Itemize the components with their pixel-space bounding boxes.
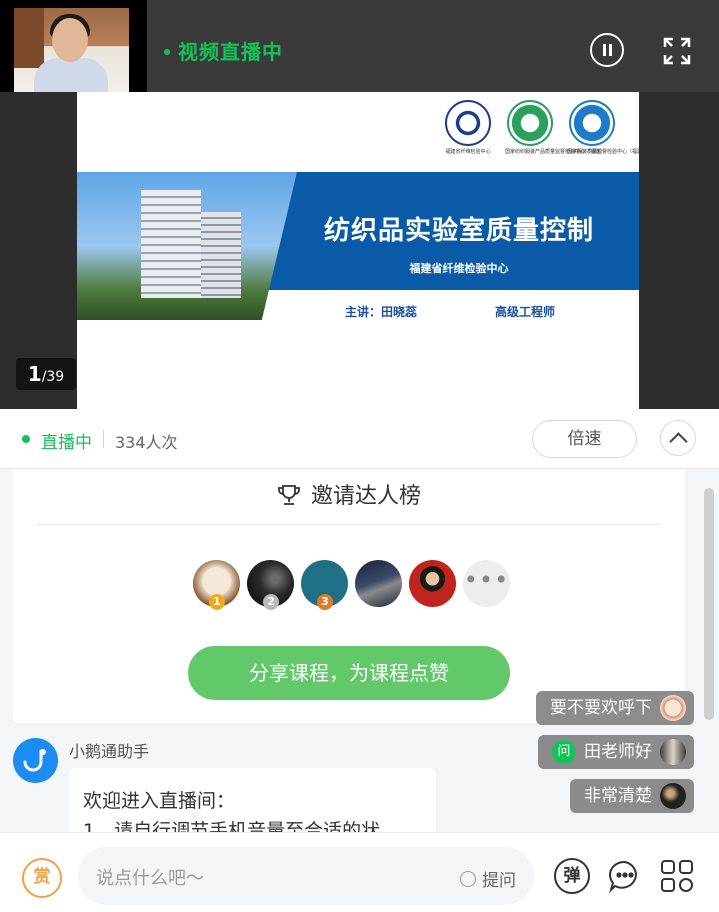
viewer-count: 334人次 (115, 433, 178, 452)
more-avatars-button[interactable]: ••• (463, 560, 510, 607)
avatar (660, 695, 686, 721)
chat-input-placeholder: 说点什么吧～ (96, 868, 204, 889)
rank-medal: 3 (317, 594, 333, 610)
composer-bar: 赏 说点什么吧～ 提问 弹 (0, 832, 719, 912)
video-live-status: 视频直播中 (164, 36, 283, 65)
live-info-bar: 直播中 334人次 倍速 (0, 409, 719, 469)
danmaku-message: 问 田老师好 (538, 735, 694, 769)
danmaku-message: 非常清楚 (570, 779, 694, 813)
avatar[interactable]: 3 (301, 560, 348, 610)
video-bar: 视频直播中 (0, 0, 719, 92)
page-counter: 1/39 (16, 358, 76, 390)
chat-area[interactable]: 邀请达人榜 1 2 3 ••• 分享课程，为课程点赞 小鹅通助手 欢迎进入直播间… (0, 470, 719, 832)
logo-textile-center: 国家纺织服装产品质量监督检验中心（福建） (505, 100, 605, 164)
trophy-icon (278, 485, 300, 505)
chat-input[interactable]: 说点什么吧～ 提问 (78, 847, 534, 905)
rank-medal: 2 (263, 594, 279, 610)
danmaku-toggle-button[interactable]: 弹 (554, 858, 590, 894)
more-grid-icon[interactable] (659, 858, 695, 894)
avatar[interactable] (355, 560, 402, 607)
ask-label: 提问 (482, 871, 516, 891)
avatar[interactable]: 1 (193, 560, 240, 610)
collapse-chevron-up-icon[interactable] (660, 420, 696, 456)
share-course-button[interactable]: 分享课程，为课程点赞 (188, 646, 510, 700)
assistant-avatar (13, 738, 58, 783)
building-photo (77, 172, 297, 320)
live-label: 直播中 (41, 433, 92, 453)
page-current: 1 (27, 362, 42, 386)
danmaku-text: 田老师好 (584, 742, 652, 762)
video-live-label: 视频直播中 (178, 40, 283, 64)
assistant-bubble: 欢迎进入直播间： 1、请自行调节手机音量至合适的状 (69, 768, 436, 832)
avatar (660, 739, 686, 765)
question-badge: 问 (552, 740, 576, 764)
slide-logos: 福建省纤维检验中心 国家纺织服装产品质量监督检验中心（福建） 国家服装质量监督检… (443, 100, 639, 164)
danmaku-message: 要不要欢呼下 (536, 691, 694, 725)
page-total: /39 (41, 369, 65, 385)
speed-button[interactable]: 倍速 (532, 420, 637, 458)
divider (36, 524, 661, 525)
invite-leaderboard-card: 邀请达人榜 1 2 3 ••• 分享课程，为课程点赞 (13, 470, 685, 723)
radio-icon (460, 870, 476, 887)
fullscreen-icon[interactable] (663, 37, 691, 65)
goose-icon (23, 749, 46, 772)
slide: 福建省纤维检验中心 国家纺织服装产品质量监督检验中心（福建） 国家服装质量监督检… (77, 92, 639, 409)
slide-viewer[interactable]: 福建省纤维检验中心 国家纺织服装产品质量监督检验中心（福建） 国家服装质量监督检… (0, 92, 719, 409)
live-dot-icon (22, 435, 30, 443)
reward-button[interactable]: 赏 (22, 858, 62, 898)
live-room: 视频直播中 福建省纤维检验中心 国家纺织服装产品质量监督检验中心（福建） 国家服… (0, 0, 719, 912)
avatar[interactable] (409, 560, 456, 607)
ask-question-toggle[interactable]: 提问 (460, 866, 516, 891)
chat-scrollbar[interactable] (704, 488, 714, 720)
logo-garment-center: 国家服装质量监督检验中心（福建） (567, 100, 639, 164)
message-line: 欢迎进入直播间： (83, 790, 236, 812)
invite-title: 邀请达人榜 (13, 478, 685, 510)
danmaku-text: 非常清楚 (584, 786, 652, 806)
slide-subtitle: 福建省纤维检验中心 (409, 262, 509, 275)
avatar[interactable]: 2 (247, 560, 294, 610)
pause-button[interactable] (590, 33, 624, 67)
slide-presenter-title: 高级工程师 (495, 305, 556, 319)
avatar (660, 783, 686, 809)
assistant-name: 小鹅通助手 (69, 742, 150, 761)
comment-bubble-icon[interactable] (607, 858, 643, 894)
divider (103, 430, 104, 448)
slide-presenter: 主讲：田晓蕊 (345, 305, 418, 319)
inviter-avatars: 1 2 3 ••• (193, 560, 510, 610)
slide-title: 纺织品实验室质量控制 (323, 216, 594, 246)
message-line: 1、请自行调节手机音量至合适的状 (83, 820, 381, 832)
danmaku-text: 要不要欢呼下 (550, 698, 652, 718)
presenter-camera[interactable] (0, 0, 147, 92)
invite-title-text: 邀请达人榜 (310, 484, 421, 509)
logo-fiber-center: 福建省纤维检验中心 (443, 100, 493, 164)
live-dot-icon (164, 48, 170, 55)
rank-medal: 1 (209, 594, 225, 610)
